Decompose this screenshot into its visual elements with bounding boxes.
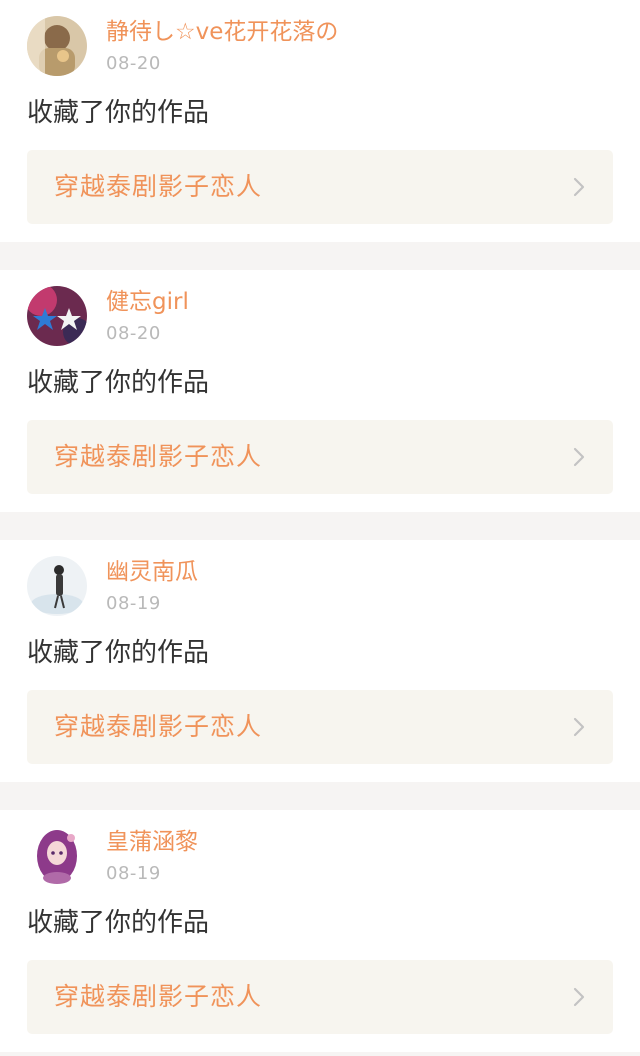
user-avatar[interactable] xyxy=(27,16,87,76)
timestamp: 08-20 xyxy=(106,53,161,74)
work-title: 穿越泰剧影子恋人 xyxy=(54,442,263,471)
notification-card: 皇蒲涵黎 08-19 收藏了你的作品 穿越泰剧影子恋人 xyxy=(0,810,640,1052)
timestamp: 08-19 xyxy=(106,863,161,884)
user-avatar[interactable] xyxy=(27,826,87,886)
work-title: 穿越泰剧影子恋人 xyxy=(54,712,263,741)
notification-card: 幽灵南瓜 08-19 收藏了你的作品 穿越泰剧影子恋人 xyxy=(0,540,640,782)
username[interactable]: 皇蒲涵黎 xyxy=(106,827,198,857)
chevron-right-icon xyxy=(573,987,585,1007)
action-text: 收藏了你的作品 xyxy=(27,368,210,398)
work-link-button[interactable]: 穿越泰剧影子恋人 xyxy=(27,690,613,764)
timestamp: 08-19 xyxy=(106,593,161,614)
avatar-anime-girl-icon xyxy=(27,826,87,886)
action-text: 收藏了你的作品 xyxy=(27,908,210,938)
avatar-figure-icon xyxy=(27,556,87,616)
username[interactable]: 静待し☆ve花开花落の xyxy=(106,17,338,47)
username[interactable]: 幽灵南瓜 xyxy=(106,557,198,587)
work-title: 穿越泰剧影子恋人 xyxy=(54,982,263,1011)
user-avatar[interactable] xyxy=(27,286,87,346)
work-link-button[interactable]: 穿越泰剧影子恋人 xyxy=(27,150,613,224)
timestamp: 08-20 xyxy=(106,323,161,344)
chevron-right-icon xyxy=(573,447,585,467)
notification-feed: 静待し☆ve花开花落の 08-20 收藏了你的作品 穿越泰剧影子恋人 健忘gir… xyxy=(0,0,640,1052)
work-title: 穿越泰剧影子恋人 xyxy=(54,172,263,201)
username[interactable]: 健忘girl xyxy=(106,287,189,317)
user-avatar[interactable] xyxy=(27,556,87,616)
avatar-stars-icon xyxy=(27,286,87,346)
action-text: 收藏了你的作品 xyxy=(27,98,210,128)
work-link-button[interactable]: 穿越泰剧影子恋人 xyxy=(27,960,613,1034)
avatar-photo-icon xyxy=(27,16,87,76)
action-text: 收藏了你的作品 xyxy=(27,638,210,668)
chevron-right-icon xyxy=(573,717,585,737)
notification-card: 健忘girl 08-20 收藏了你的作品 穿越泰剧影子恋人 xyxy=(0,270,640,512)
work-link-button[interactable]: 穿越泰剧影子恋人 xyxy=(27,420,613,494)
notification-card: 静待し☆ve花开花落の 08-20 收藏了你的作品 穿越泰剧影子恋人 xyxy=(0,0,640,242)
chevron-right-icon xyxy=(573,177,585,197)
